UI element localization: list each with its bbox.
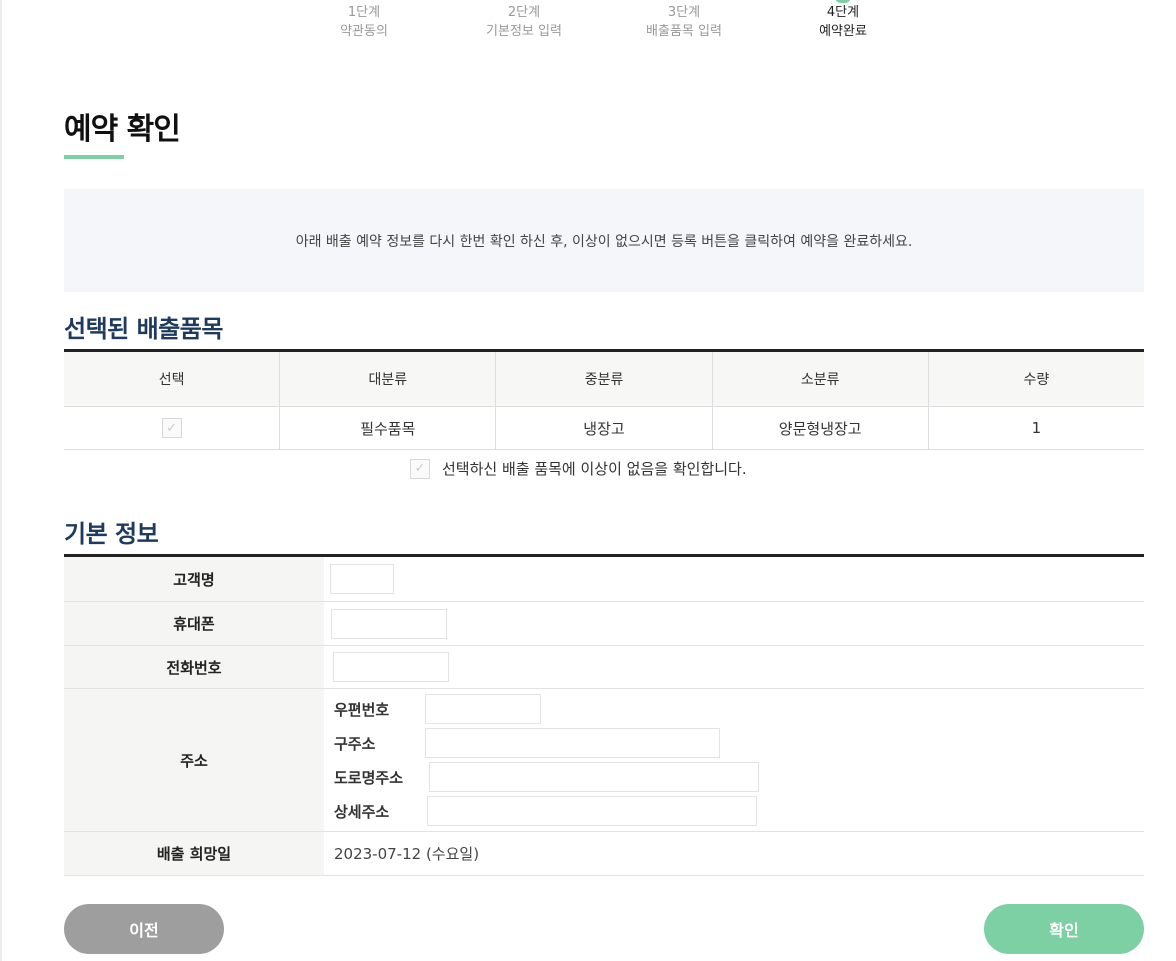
phone-field[interactable] (333, 652, 449, 682)
mobile-label: 휴대폰 (64, 602, 324, 645)
detail-address-label: 상세주소 (334, 802, 390, 821)
confirm-button[interactable]: 확인 (984, 904, 1144, 954)
customer-value-cell (324, 557, 1144, 601)
address-label: 주소 (64, 689, 324, 831)
step-4: 4단계 예약완료 (773, 0, 913, 41)
detail-address-field[interactable] (427, 796, 757, 826)
zip-line: 우편번호 (334, 694, 1144, 724)
row-qty: 1 (1031, 419, 1042, 437)
check-icon: ✓ (414, 461, 426, 476)
road-address-field[interactable] (429, 762, 759, 792)
step-3-label: 배출품목 입력 (646, 24, 722, 39)
customer-field[interactable] (330, 564, 394, 594)
old-address-line: 구주소 (334, 728, 1144, 758)
step-1-number: 1단계 (347, 5, 381, 20)
old-address-label: 구주소 (334, 734, 376, 753)
road-address-label: 도로명주소 (334, 768, 404, 787)
row-minor: 양문형냉장고 (713, 407, 929, 449)
phone-row: 전화번호 (64, 646, 1144, 689)
old-address-field[interactable] (425, 728, 720, 758)
prev-button[interactable]: 이전 (64, 904, 224, 954)
phone-value-cell (324, 646, 1144, 688)
page-frame: 1단계 약관동의 2단계 기본정보 입력 3단계 배출품목 입력 4단계 예약완… (0, 0, 1176, 961)
mobile-row: 휴대폰 (64, 602, 1144, 646)
mobile-field[interactable] (331, 608, 447, 639)
notice-box: 아래 배출 예약 정보를 다시 한번 확인 하신 후, 이상이 없으시면 등록 … (64, 189, 1144, 292)
table-row: ✓ 필수품목 냉장고 양문형냉장고 1 (64, 407, 1144, 450)
step-indicator: 1단계 약관동의 2단계 기본정보 입력 3단계 배출품목 입력 4단계 예약완… (292, 0, 912, 50)
header-minor: 소분류 (713, 352, 929, 406)
customer-label: 고객명 (64, 557, 324, 601)
step-2-number: 2단계 (507, 5, 541, 20)
step-1-label: 약관동의 (340, 24, 388, 39)
date-row: 배출 희망일 2023-07-12 (수요일) (64, 832, 1144, 876)
info-table: 고객명 휴대폰 전화번호 주소 우편번호 구주소 도로명주소 상세주소 배출 희… (64, 554, 1144, 876)
row-major: 필수품목 (280, 407, 497, 449)
confirm-items-checkbox[interactable]: ✓ (410, 458, 430, 479)
mobile-value-cell (324, 602, 1144, 645)
step-4-number: 4단계 (826, 5, 860, 20)
road-address-line: 도로명주소 (334, 762, 1144, 792)
notice-text: 아래 배출 예약 정보를 다시 한번 확인 하신 후, 이상이 없으시면 등록 … (295, 233, 913, 250)
step-2: 2단계 기본정보 입력 (454, 3, 594, 41)
zip-field[interactable] (425, 694, 541, 724)
step-2-label: 기본정보 입력 (486, 24, 562, 39)
row-select-cell: ✓ (64, 407, 281, 449)
items-section-title: 선택된 배출품목 (64, 315, 223, 343)
header-select: 선택 (64, 352, 281, 406)
confirm-items-text: 선택하신 배출 품목에 이상이 없음을 확인합니다. (442, 460, 747, 478)
header-middle: 중분류 (496, 352, 713, 406)
header-major: 대분류 (280, 352, 497, 406)
title-underline (64, 155, 124, 159)
row-middle: 냉장고 (496, 407, 713, 449)
step-1: 1단계 약관동의 (294, 3, 434, 41)
phone-label: 전화번호 (64, 646, 324, 688)
items-table: 선택 대분류 중분류 소분류 수량 ✓ 필수품목 냉장고 양문형냉장고 1 (64, 349, 1144, 450)
date-label: 배출 희망일 (64, 832, 324, 875)
detail-address-line: 상세주소 (334, 796, 1144, 826)
address-row: 주소 우편번호 구주소 도로명주소 상세주소 (64, 689, 1144, 832)
customer-row: 고객명 (64, 557, 1144, 602)
check-icon: ✓ (166, 420, 178, 436)
address-value-cell: 우편번호 구주소 도로명주소 상세주소 (324, 689, 1144, 831)
step-4-label: 예약완료 (819, 24, 867, 39)
page-title: 예약 확인 (64, 112, 181, 147)
items-table-header: 선택 대분류 중분류 소분류 수량 (64, 352, 1144, 407)
zip-label: 우편번호 (334, 700, 390, 719)
info-section-title: 기본 정보 (64, 520, 159, 548)
step-3-number: 3단계 (667, 5, 701, 20)
header-qty: 수량 (1023, 372, 1050, 388)
step-3: 3단계 배출품목 입력 (614, 3, 754, 41)
date-value: 2023-07-12 (수요일) (334, 845, 480, 863)
row-select-checkbox[interactable]: ✓ (161, 418, 182, 438)
confirm-items-row[interactable]: ✓ 선택하신 배출 품목에 이상이 없음을 확인합니다. (410, 458, 747, 479)
